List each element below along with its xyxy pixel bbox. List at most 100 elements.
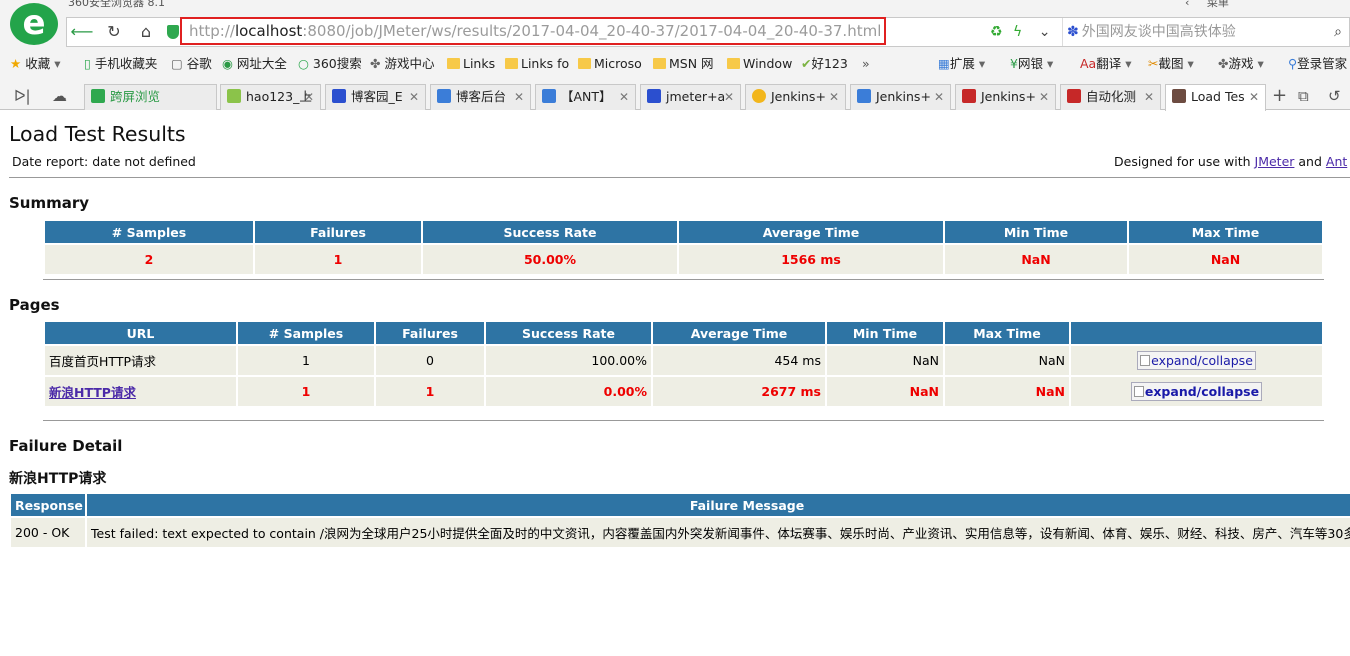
close-icon[interactable]: ✕ <box>304 85 314 109</box>
new-tab-icon[interactable]: + <box>1272 84 1287 108</box>
toolbar-button[interactable]: ▦扩展 ▾ <box>938 55 985 73</box>
tab-cross-screen[interactable]: 跨屏浏览 <box>84 84 217 110</box>
column-header: Max Time <box>1129 221 1322 243</box>
tab-favicon-icon <box>332 89 346 103</box>
table-cell: expand/collapse <box>1071 377 1322 406</box>
table-cell: 1566 ms <box>679 245 943 274</box>
toolbar-label: 截图 <box>1158 56 1184 71</box>
close-icon[interactable]: ✕ <box>1144 85 1154 109</box>
table-cell: 1 <box>238 346 374 375</box>
toolbar-button[interactable]: ✤游戏 ▾ <box>1218 55 1264 73</box>
tab-favicon-icon <box>542 89 556 103</box>
folder-icon <box>653 58 666 69</box>
search-input[interactable]: ✽ 外国网友谈中国高铁体验 ⌕ <box>1062 18 1348 46</box>
close-icon[interactable]: ✕ <box>1249 85 1259 109</box>
back-arrow-icon[interactable]: ⟵ <box>67 18 97 46</box>
table-cell: NaN <box>1129 245 1322 274</box>
folder-icon <box>727 58 740 69</box>
expand-collapse-button[interactable]: expand/collapse <box>1130 382 1263 401</box>
navigation-bar: ⟵ ↻ ⌂ http://localhost:8080/job/JMeter/w… <box>66 17 1350 47</box>
lightning-icon[interactable]: ϟ <box>1013 24 1022 40</box>
toolbar-button[interactable]: ¥网银 ▾ <box>1010 55 1053 73</box>
expand-collapse-button[interactable]: expand/collapse <box>1137 351 1256 370</box>
bookmark-item[interactable]: ○ 360搜索 <box>298 55 362 73</box>
search-ring-icon: ○ <box>298 56 309 71</box>
bookmark-item[interactable]: ◉ 网址大全 <box>222 55 287 73</box>
close-icon[interactable]: ✕ <box>724 85 734 109</box>
menu-button[interactable]: ‹ 菜单 <box>1185 0 1229 10</box>
tab-label: Jenkins+ <box>981 89 1036 104</box>
response-cell: 200 - OK <box>11 518 85 547</box>
sidebar-toggle-icon[interactable]: ᐅ| <box>14 84 31 108</box>
bookmark-label: 网址大全 <box>236 56 287 71</box>
close-icon[interactable]: ✕ <box>829 85 839 109</box>
undo-close-icon[interactable]: ↺ <box>1328 84 1341 108</box>
address-bar[interactable]: http://localhost:8080/job/JMeter/ws/resu… <box>180 17 886 45</box>
failure-link[interactable]: 新浪HTTP请求 <box>49 385 136 400</box>
tab-jenkins-3[interactable]: Jenkins+ ✕ <box>955 84 1056 110</box>
table-cell: 100.00% <box>486 346 651 375</box>
home-icon[interactable]: ⌂ <box>131 18 161 46</box>
summary-heading: Summary <box>9 194 90 212</box>
bookmark-item[interactable]: Links fo <box>505 55 569 73</box>
expand-collapse-label: expand/collapse <box>1151 353 1253 368</box>
bookmark-item[interactable]: ▯ 手机收藏夹 <box>84 55 157 73</box>
chevron-down-icon: ▾ <box>1187 56 1194 71</box>
tab-automation[interactable]: 自动化测 ✕ <box>1060 84 1161 110</box>
bookmark-item[interactable]: ✔好123 <box>801 55 848 73</box>
ant-link[interactable]: Ant <box>1326 154 1347 169</box>
bookmark-item[interactable]: Window <box>727 55 792 73</box>
table-cell: 1 <box>255 245 421 274</box>
url-host: localhost <box>234 22 303 40</box>
toolbar-button[interactable]: Aa翻译 ▾ <box>1080 55 1132 73</box>
tab-hao123[interactable]: hao123_上 ✕ <box>220 84 321 110</box>
tab-load-test[interactable]: Load Tes ✕ <box>1165 84 1266 111</box>
table-cell: NaN <box>945 377 1069 406</box>
bookmark-item[interactable]: Links <box>447 55 495 73</box>
close-icon[interactable]: ✕ <box>619 85 629 109</box>
tab-ant[interactable]: 【ANT】 ✕ <box>535 84 636 110</box>
tab-jenkins-2[interactable]: Jenkins+ ✕ <box>850 84 951 110</box>
column-header: Average Time <box>679 221 943 243</box>
toolbar-button[interactable]: ✂截图 ▾ <box>1148 55 1194 73</box>
bookmark-item[interactable]: MSN 网 <box>653 55 714 73</box>
page-icon: ▢ <box>171 56 183 71</box>
close-icon[interactable]: ✕ <box>409 85 419 109</box>
tab-list-icon[interactable]: ⧉ <box>1298 84 1309 108</box>
bookmark-item[interactable]: ✤ 游戏中心 <box>370 55 434 73</box>
toolbar-label: 扩展 <box>949 56 975 71</box>
divider <box>43 420 1324 421</box>
jmeter-link[interactable]: JMeter <box>1255 154 1295 169</box>
search-placeholder: 外国网友谈中国高铁体验 <box>1081 24 1236 40</box>
toolbar-label: 翻译 <box>1096 56 1122 71</box>
close-icon[interactable]: ✕ <box>1039 85 1049 109</box>
refresh-icon[interactable]: ↻ <box>99 18 129 46</box>
bookmark-item[interactable]: ★ 收藏 ▾ <box>10 55 60 73</box>
tab-jenkins-1[interactable]: Jenkins+ ✕ <box>745 84 846 110</box>
close-icon[interactable]: ✕ <box>934 85 944 109</box>
tab-jmeter[interactable]: jmeter+a ✕ <box>640 84 741 110</box>
cloud-icon[interactable]: ☁ <box>52 84 67 108</box>
bookmark-label: 手机收藏夹 <box>94 56 158 71</box>
close-icon[interactable]: ✕ <box>514 85 524 109</box>
bookmark-item[interactable]: Microso <box>578 55 642 73</box>
tab-cnblogs[interactable]: 博客园_E ✕ <box>325 84 426 110</box>
column-header: # Samples <box>45 221 253 243</box>
translate-icon: Aa <box>1080 56 1097 71</box>
column-header: Failures <box>255 221 421 243</box>
tab-label: hao123_上 <box>246 89 312 104</box>
search-icon[interactable]: ⌕ <box>1334 18 1342 46</box>
folder-icon <box>447 58 460 69</box>
toolbar-button[interactable]: ⚲登录管家 <box>1288 55 1347 73</box>
chevron-down-icon[interactable]: ⌄ <box>1039 24 1051 40</box>
chevron-left-icon: ‹ <box>1185 0 1190 9</box>
chevron-down-icon: ▾ <box>978 56 986 71</box>
more-bookmarks-button[interactable]: » <box>862 55 870 73</box>
pages-heading: Pages <box>9 296 60 314</box>
recycle-icon[interactable]: ♻ <box>990 24 1003 40</box>
table-cell: 454 ms <box>653 346 825 375</box>
tab-blog-admin[interactable]: 博客后台 ✕ <box>430 84 531 110</box>
bookmark-item[interactable]: ▢ 谷歌 <box>171 55 212 73</box>
column-header: Min Time <box>945 221 1127 243</box>
broken-image-icon <box>1140 355 1151 366</box>
